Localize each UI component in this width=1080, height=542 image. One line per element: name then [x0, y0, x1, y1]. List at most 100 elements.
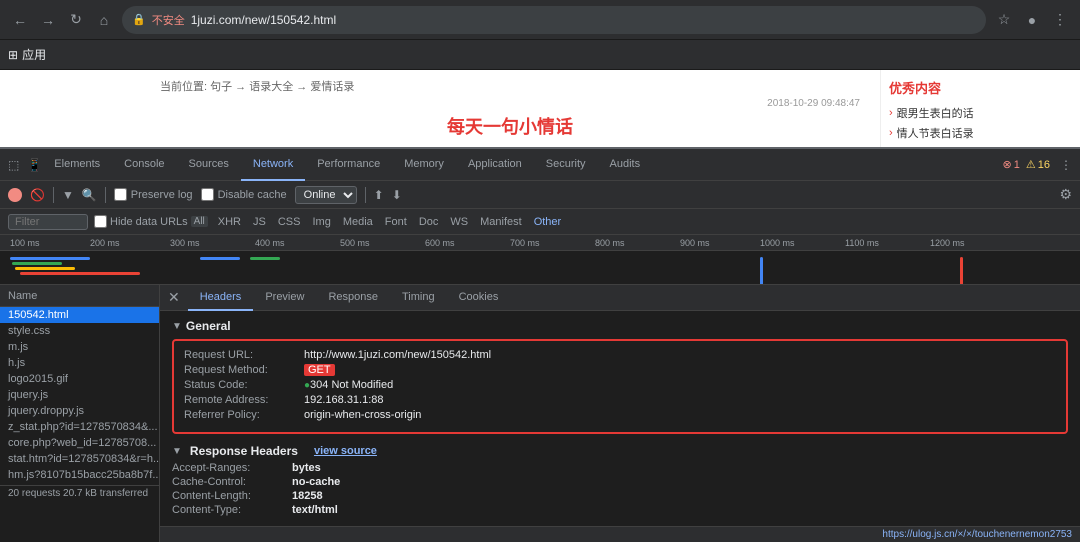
req-tab-headers[interactable]: Headers [188, 285, 254, 311]
more-options-icon[interactable]: ⋮ [1060, 158, 1072, 172]
profile-button[interactable]: ● [1020, 8, 1044, 32]
bookmarks-apps[interactable]: ⊞ 应用 [8, 46, 46, 63]
hide-data-checkbox[interactable] [94, 215, 107, 228]
tick-900: 900 ms [680, 238, 710, 248]
timeline-bar-js [15, 267, 75, 270]
req-tab-preview[interactable]: Preview [253, 285, 316, 311]
bookmark-button[interactable]: ☆ [992, 8, 1016, 32]
security-label: 不安全 [152, 12, 185, 28]
devtools-settings-button[interactable]: ⚙ [1059, 186, 1072, 203]
refresh-button[interactable]: ↻ [64, 8, 88, 32]
sidebar-item-0[interactable]: 跟男生表白的话 [889, 103, 1072, 123]
tab-elements[interactable]: Elements [42, 149, 112, 181]
filter-font[interactable]: Font [381, 215, 411, 229]
filter-bar: Hide data URLs All XHR JS CSS Img Media … [0, 209, 1080, 235]
tab-network[interactable]: Network [241, 149, 305, 181]
home-button[interactable]: ⌂ [92, 8, 116, 32]
separator-1 [53, 187, 54, 203]
file-item-label-1: style.css [8, 325, 50, 337]
file-item-10[interactable]: hm.js?8107b15bacc25ba8b7f... [0, 467, 159, 483]
file-item-4[interactable]: logo2015.gif [0, 371, 159, 387]
hide-data-text: Hide data URLs [110, 216, 188, 228]
tab-memory[interactable]: Memory [392, 149, 456, 181]
filter-media[interactable]: Media [339, 215, 377, 229]
tab-security[interactable]: Security [534, 149, 598, 181]
import-icon[interactable]: ⬆ [374, 188, 384, 202]
disable-cache-checkbox[interactable] [201, 188, 214, 201]
tick-1000: 1000 ms [760, 238, 795, 248]
file-item-8[interactable]: core.php?web_id=12785708... [0, 435, 159, 451]
preserve-log-checkbox[interactable] [114, 188, 127, 201]
file-item-5[interactable]: jquery.js [0, 387, 159, 403]
tick-100: 100 ms [10, 238, 40, 248]
tab-sources[interactable]: Sources [177, 149, 241, 181]
tab-console[interactable]: Console [112, 149, 176, 181]
close-button[interactable]: ✕ [160, 289, 188, 306]
file-item-2[interactable]: m.js [0, 339, 159, 355]
resp-label-1: Cache-Control: [172, 476, 292, 488]
req-tab-response[interactable]: Response [316, 285, 390, 311]
tab-application[interactable]: Application [456, 149, 534, 181]
sidebar-item-2[interactable]: 好听的情话短句 [889, 143, 1072, 147]
resp-row-3: Content-Type: text/html [172, 504, 1068, 516]
resp-row-2: Content-Length: 18258 [172, 490, 1068, 502]
hide-data-label[interactable]: Hide data URLs All [94, 215, 208, 228]
file-item-1[interactable]: style.css [0, 323, 159, 339]
device-icon[interactable]: 📱 [27, 158, 42, 172]
file-item-9[interactable]: stat.htm?id=1278570834&r=h... [0, 451, 159, 467]
request-method-label: Request Method: [184, 364, 304, 376]
filter-doc[interactable]: Doc [415, 215, 443, 229]
address-bar[interactable]: 🔒 不安全 1juzi.com/new/150542.html [122, 6, 986, 34]
filter-icon[interactable]: ▼ [62, 188, 74, 202]
request-tabs: ✕ Headers Preview Response Timing Cookie… [160, 285, 1080, 311]
filter-manifest[interactable]: Manifest [476, 215, 526, 229]
menu-button[interactable]: ⋮ [1048, 8, 1072, 32]
devtools: ⬚ 📱 Elements Console Sources Network Per… [0, 147, 1080, 542]
preserve-log-label[interactable]: Preserve log [114, 188, 193, 201]
file-item-0[interactable]: 150542.html [0, 307, 159, 323]
resp-label-2: Content-Length: [172, 490, 292, 502]
timeline-bar-2 [200, 257, 240, 260]
filter-css[interactable]: CSS [274, 215, 305, 229]
separator-2 [105, 187, 106, 203]
devtools-panel-icons: ⬚ 📱 [8, 158, 42, 172]
remote-address-label: Remote Address: [184, 394, 304, 406]
filter-input[interactable] [8, 214, 88, 230]
view-source-link[interactable]: view source [314, 445, 377, 457]
export-icon[interactable]: ⬇ [392, 188, 402, 202]
forward-button[interactable]: → [36, 8, 60, 32]
record-button[interactable] [8, 188, 22, 202]
general-box: Request URL: http://www.1juzi.com/new/15… [172, 339, 1068, 434]
filter-img[interactable]: Img [308, 215, 334, 229]
status-code-label: Status Code: [184, 379, 304, 391]
disable-cache-label[interactable]: Disable cache [201, 188, 287, 201]
throttle-select[interactable]: Online [295, 186, 357, 204]
response-headers-title[interactable]: Response Headers view source [172, 444, 1068, 458]
breadcrumb: 当前位置: 句子 → 语录大全 → 爱情话录 [160, 78, 860, 94]
clear-button[interactable]: 🚫 [30, 188, 45, 202]
timeline-marker-2 [960, 257, 963, 285]
filter-xhr[interactable]: XHR [214, 215, 245, 229]
tick-500: 500 ms [340, 238, 370, 248]
tick-800: 800 ms [595, 238, 625, 248]
filter-js[interactable]: JS [249, 215, 270, 229]
file-item-7[interactable]: z_stat.php?id=1278570834&... [0, 419, 159, 435]
file-item-6[interactable]: jquery.droppy.js [0, 403, 159, 419]
back-button[interactable]: ← [8, 8, 32, 32]
req-tab-cookies[interactable]: Cookies [447, 285, 511, 311]
filter-ws[interactable]: WS [446, 215, 472, 229]
req-tab-timing[interactable]: Timing [390, 285, 447, 311]
response-headers-label: Response Headers [190, 444, 298, 458]
bottom-status: https://ulog.js.cn/×/×/touchenernemon275… [160, 526, 1080, 542]
general-section-header[interactable]: General [172, 319, 1068, 333]
tab-performance[interactable]: Performance [305, 149, 392, 181]
filter-other[interactable]: Other [530, 215, 566, 229]
devtools-status: ⊗ 1 ⚠ 16 ⋮ [1003, 158, 1072, 172]
search-icon[interactable]: 🔍 [82, 188, 97, 202]
file-item-label-7: z_stat.php?id=1278570834&... [8, 421, 158, 433]
sidebar-item-label-1: 情人节表白话录 [897, 125, 974, 141]
inspect-icon[interactable]: ⬚ [8, 158, 19, 172]
tab-audits[interactable]: Audits [598, 149, 653, 181]
sidebar-item-1[interactable]: 情人节表白话录 [889, 123, 1072, 143]
file-item-3[interactable]: h.js [0, 355, 159, 371]
